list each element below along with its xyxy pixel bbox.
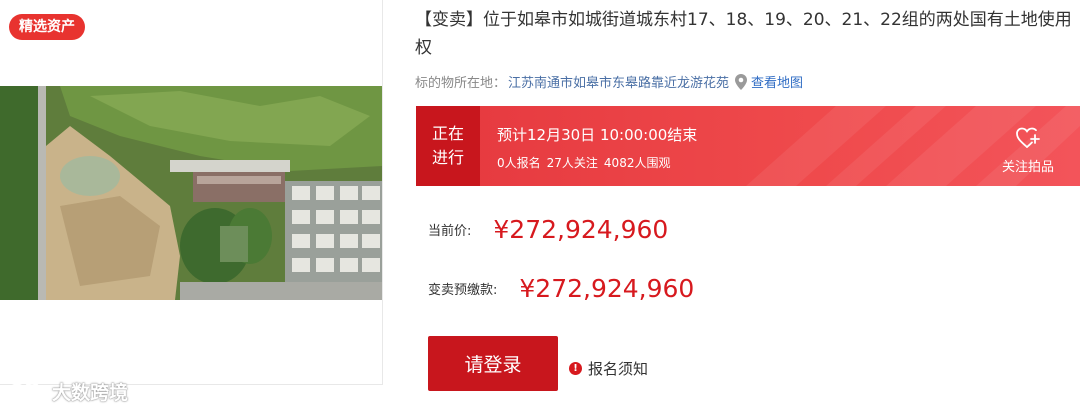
aerial-photo-graphic xyxy=(0,86,382,300)
follow-label: 关注拍品 xyxy=(1001,160,1054,175)
status-line-1: 正在 xyxy=(431,124,464,143)
view-map-link[interactable]: 查看地图 xyxy=(751,72,803,91)
registration-notice-label: 报名须知 xyxy=(588,360,649,378)
current-price-label: 当前价: xyxy=(428,224,472,239)
deposit-value: ¥272,924,960 xyxy=(519,274,695,303)
location-row: 标的物所在地： 江苏南通市如皋市东皋路靠近龙游花苑 查看地图 xyxy=(415,72,803,91)
location-value: 江苏南通市如皋市东皋路靠近龙游花苑 xyxy=(508,76,730,91)
featured-asset-badge: 精选资产 xyxy=(9,14,85,40)
image-panel: 精选资产 大数跨境 xyxy=(0,0,383,404)
signup-count: 0人报名 xyxy=(497,156,541,170)
follower-count: 27人关注 xyxy=(546,156,598,170)
banner-decoration xyxy=(746,106,1080,186)
viewer-count: 4082人围观 xyxy=(603,156,671,170)
deposit-row: 变卖预缴款: ¥272,924,960 xyxy=(428,274,694,303)
login-button[interactable]: 请登录 xyxy=(428,336,558,391)
current-price-row: 当前价: ¥272,924,960 xyxy=(428,215,668,244)
watermark-text: 大数跨境 xyxy=(52,382,129,404)
location-label: 标的物所在地： xyxy=(415,76,507,91)
watermark: 大数跨境 xyxy=(7,378,129,405)
follow-item-button[interactable]: 关注拍品 xyxy=(1000,126,1056,175)
auction-title: 【变卖】位于如皋市如城街道城东村17、18、19、20、21、22组的两处国有土… xyxy=(415,10,1072,58)
status-line-2: 进行 xyxy=(431,148,464,167)
auction-status-banner: 正在 进行 预计12月30日 10:00:00结束 0人报名 27人关注 408… xyxy=(416,106,1080,186)
aerial-photo[interactable] xyxy=(0,86,382,300)
end-time: 预计12月30日 10:00:00结束 xyxy=(497,126,698,144)
current-price-value: ¥272,924,960 xyxy=(493,215,669,244)
status-badge: 正在 进行 xyxy=(416,106,480,186)
auction-page: 精选资产 大数跨境 【变卖】位于如皋市如城街道城东村17、18、19、20、21… xyxy=(0,0,1080,412)
registration-notice-link[interactable]: ! 报名须知 xyxy=(569,358,648,379)
map-pin-icon xyxy=(735,73,748,90)
exclamation-icon: ! xyxy=(569,362,582,375)
auction-counts: 0人报名 27人关注 4082人围观 xyxy=(497,154,670,171)
deposit-label: 变卖预缴款: xyxy=(428,283,498,298)
heart-plus-icon xyxy=(1016,127,1040,148)
watermark-logo-icon xyxy=(7,379,48,405)
